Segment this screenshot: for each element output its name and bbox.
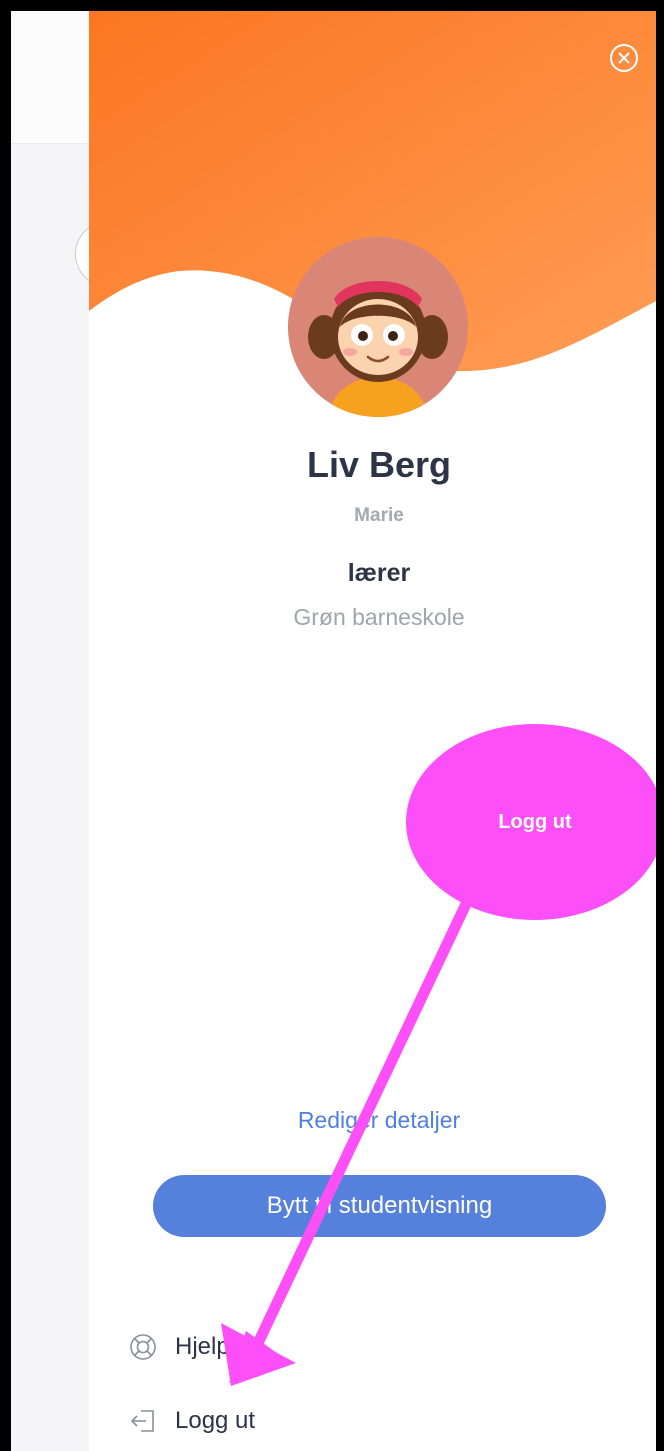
annotation-bubble: Logg ut xyxy=(406,724,656,920)
switch-to-student-view-button[interactable]: Bytt til studentvisning xyxy=(153,1175,606,1237)
annotation-label: Logg ut xyxy=(498,810,572,833)
close-button[interactable] xyxy=(608,42,640,74)
menu-item-help[interactable]: Hjelp xyxy=(129,1327,230,1367)
menu-item-logout-label: Logg ut xyxy=(175,1407,256,1434)
close-circle-icon xyxy=(610,44,638,72)
profile-nickname: Marie xyxy=(354,505,404,526)
profile-name: Liv Berg xyxy=(306,444,452,485)
girl-avatar-icon xyxy=(288,237,468,417)
switch-view-label: Bytt til studentvisning xyxy=(266,1192,493,1219)
profile-role: lærer xyxy=(347,559,411,587)
app-frame: Liv Berg Marie lærer Grøn barneskole Red… xyxy=(11,11,656,1451)
avatar xyxy=(288,237,468,417)
edit-details-link[interactable]: Rediger detaljer xyxy=(89,1107,656,1134)
profile-school: Grøn barneskole xyxy=(293,604,465,630)
lifebuoy-icon xyxy=(129,1332,159,1362)
menu-item-help-label: Hjelp xyxy=(175,1333,230,1360)
logout-icon xyxy=(129,1406,159,1436)
menu-item-logout[interactable]: Logg ut xyxy=(129,1401,255,1441)
